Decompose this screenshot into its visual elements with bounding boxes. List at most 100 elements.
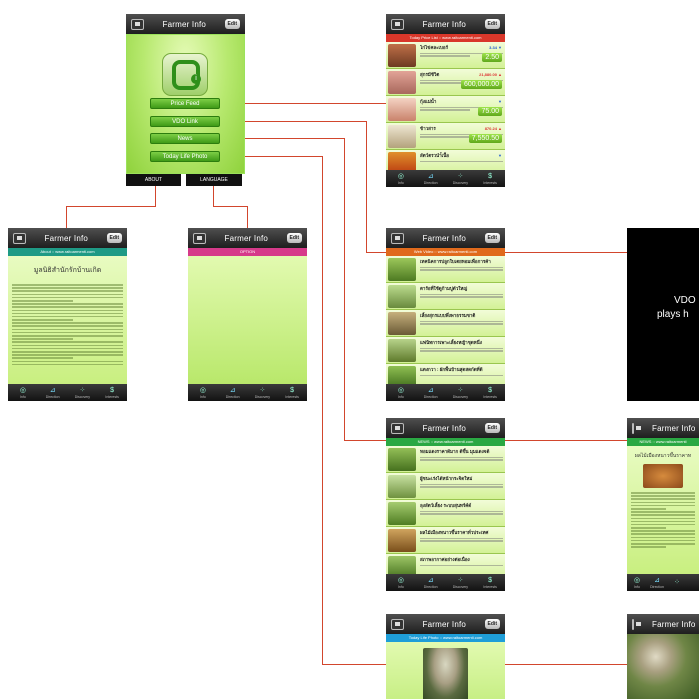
edit-button[interactable]: Edit <box>106 233 122 243</box>
vdo-row[interactable]: เทคนิคการปลูกใบเตยหอมเพื่อการค้า <box>386 256 505 283</box>
price-row[interactable]: ไก่ไข่คละเบอร์ 3.34 ▼ 2.50 <box>386 42 505 69</box>
desc-line <box>420 537 503 539</box>
tab-info[interactable]: ◎ Info <box>195 387 211 399</box>
tab-discovery[interactable]: ⁘ Discovery <box>452 577 468 589</box>
text-line <box>12 303 123 305</box>
language-button[interactable]: LANGUAGE <box>186 174 242 186</box>
tab-info[interactable]: ◎ Info <box>393 577 409 589</box>
text-line <box>12 325 123 328</box>
photo-detail-image[interactable] <box>627 634 699 699</box>
thumbnail <box>388 152 416 170</box>
tab-discovery[interactable]: ⁘ Discovery <box>254 387 270 399</box>
price-row[interactable]: ข้าวสาร 870.24 ▲ 7,550.50 <box>386 123 505 150</box>
tab-label: Discovery <box>254 394 271 399</box>
tab-label: Discovery <box>452 394 469 399</box>
tab-label: Info <box>397 394 404 399</box>
news-row[interactable]: ผลไม้เมืองหนาวขึ้นราคาทั่วประเทศ <box>386 527 505 554</box>
edit-button[interactable]: Edit <box>484 619 500 629</box>
connector-photo-v <box>322 156 323 665</box>
tab-info[interactable]: ◎ Info <box>629 577 645 589</box>
text-line <box>12 284 123 286</box>
tab-discovery[interactable]: ⁘ <box>669 579 685 587</box>
home-icon[interactable] <box>391 18 404 30</box>
menu-news[interactable]: News <box>150 133 220 144</box>
app-title: Farmer Info <box>422 619 467 629</box>
edit-button[interactable]: Edit <box>286 233 302 243</box>
menu-price-feed[interactable]: Price Feed <box>150 98 220 109</box>
tab-label: Discovery <box>74 394 91 399</box>
home-icon[interactable] <box>391 618 404 630</box>
text-line <box>12 315 123 318</box>
news-row[interactable]: สภาพอากาศอย่างต่อเนื่อง <box>386 554 505 574</box>
menu-today-life-photo[interactable]: Today Life Photo <box>150 151 220 162</box>
edit-button[interactable]: Edit <box>224 19 240 29</box>
desc-line <box>420 483 503 485</box>
top-bar: Farmer Info Edit <box>386 614 505 634</box>
tab-discovery[interactable]: ⁘ Discovery <box>452 173 468 185</box>
tab-interests[interactable]: $ Interests <box>104 387 120 399</box>
home-icon[interactable] <box>131 18 144 30</box>
price-row[interactable]: สัตว์ตรวนำ้เนื้อ ▼ <box>386 150 505 170</box>
tab-interests[interactable]: $ Interests <box>284 387 300 399</box>
home-icon[interactable] <box>632 422 641 434</box>
farmer-photo[interactable] <box>423 648 468 699</box>
tab-discovery[interactable]: ⁘ Discovery <box>452 387 468 399</box>
home-screen: Farmer Info Edit i <box>126 14 245 174</box>
text-line <box>12 354 123 356</box>
vdo-row[interactable]: ตาร้อที่ใช้ดูก้ามปูตัวใหญ่ <box>386 283 505 310</box>
price-row[interactable]: สุกรมีชีวิต 21,880.00 ▲ 600,000.00 <box>386 69 505 96</box>
price-row[interactable]: กุ้งแม่น้ำ ▼ 75.00 <box>386 96 505 123</box>
menu-vdo-link[interactable]: VDO Link <box>150 116 220 127</box>
tab-info[interactable]: ◎ Info <box>15 387 31 399</box>
desc-line <box>420 136 470 138</box>
home-icon[interactable] <box>391 232 404 244</box>
tab-interests[interactable]: $ Interests <box>482 387 498 399</box>
connector-lang-v1 <box>213 186 214 207</box>
video-player[interactable]: VDO plays h <box>627 228 699 401</box>
thumbnail <box>388 502 416 525</box>
tab-direction[interactable]: ⊿ Direction <box>423 577 439 589</box>
home-icon[interactable] <box>13 232 26 244</box>
tab-info[interactable]: ◎ Info <box>393 173 409 185</box>
vdo-row[interactable]: แตงกวา : ผักพื้นบ้านสุดสดกัดที่ดี <box>386 364 505 384</box>
chart-icon: ⊿ <box>427 386 434 394</box>
edit-button[interactable]: Edit <box>484 423 500 433</box>
tab-interests[interactable]: $ Interests <box>482 577 498 589</box>
app-title: Farmer Info <box>422 19 467 29</box>
connector-news-v <box>344 138 345 440</box>
tab-direction[interactable]: ⊿ Direction <box>423 387 439 399</box>
tab-discovery[interactable]: ⁘ Discovery <box>74 387 90 399</box>
news-row[interactable]: ลุงสัตว์เลี้ยง ระบบสุนทร์ค์ด์ <box>386 500 505 527</box>
tab-bar: ◎ Info ⊿ Direction ⁘ Discovery $ Interests <box>386 574 505 591</box>
home-icon[interactable] <box>632 618 641 630</box>
news-row[interactable]: ผู้ชนะเร่งได้หน้ากระจิดใหม่ <box>386 473 505 500</box>
desc-line <box>420 266 503 268</box>
news-text: ลุงสัตว์เลี้ยง ระบบสุนทร์ค์ด์ <box>418 500 505 526</box>
tab-direction[interactable]: ⊿ Direction <box>225 387 241 399</box>
news-row[interactable]: หอมแดงราคาดีมาก ดีขึ้น มุมแดงจดี <box>386 446 505 473</box>
about-button[interactable]: ABOUT <box>126 174 181 186</box>
tab-direction[interactable]: ⊿ Direction <box>423 173 439 185</box>
app-title: Farmer Info <box>224 233 269 243</box>
vdo-row[interactable]: แฟนิทการเพาะเลี้ยงหญ้าชุดหนึ่ง <box>386 337 505 364</box>
text-line <box>12 293 123 296</box>
desc-line <box>420 374 503 376</box>
home-icon[interactable] <box>193 232 206 244</box>
news-text: หอมแดงราคาดีมาก ดีขึ้น มุมแดงจดี <box>418 446 505 472</box>
tab-info[interactable]: ◎ Info <box>393 387 409 399</box>
home-icon[interactable] <box>391 422 404 434</box>
tab-label: Interests <box>105 394 119 399</box>
edit-button[interactable]: Edit <box>484 233 500 243</box>
edit-button[interactable]: Edit <box>484 19 500 29</box>
network-icon: ⁘ <box>259 386 266 394</box>
top-bar: Farmer Info Edit <box>126 14 245 34</box>
vdo-list: เทคนิคการปลูกใบเตยหอมเพื่อการค้า ตาร้อที… <box>386 256 505 384</box>
vdo-title: แตงกวา : ผักพื้นบ้านสุดสดกัดที่ดี <box>420 367 483 372</box>
tab-direction[interactable]: ⊿ Direction <box>45 387 61 399</box>
tab-interests[interactable]: $ Interests <box>482 173 498 185</box>
vdo-row[interactable]: เลี้ยงสุกรแบบพึ่งพาธรรมชาติ <box>386 310 505 337</box>
tab-direction[interactable]: ⊿ Direction <box>649 577 665 589</box>
text-line <box>631 523 695 526</box>
desc-line <box>420 540 503 542</box>
thumbnail <box>388 285 416 308</box>
